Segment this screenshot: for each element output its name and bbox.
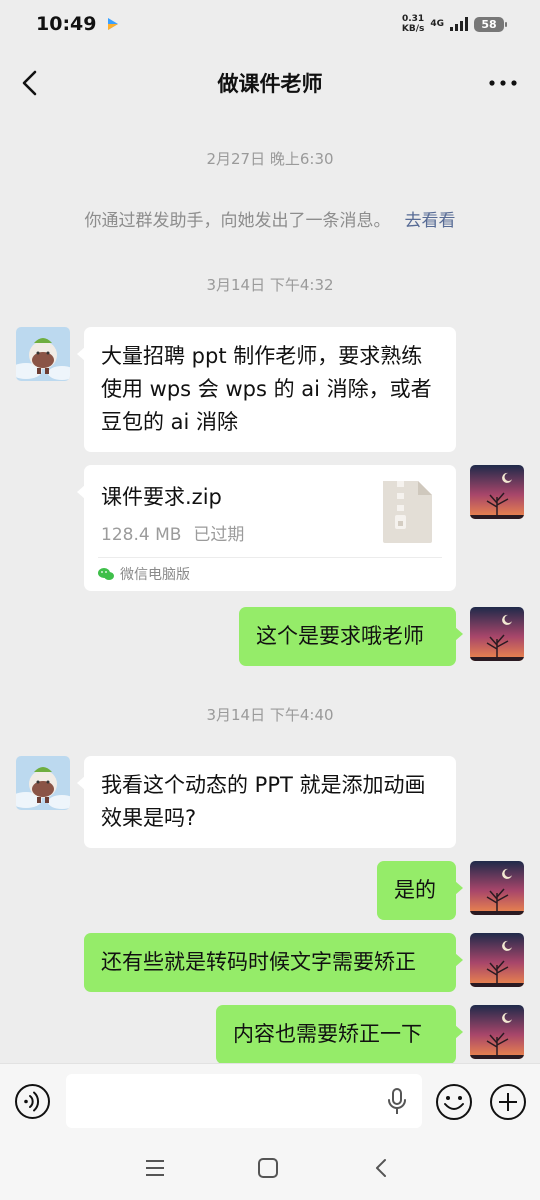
- message-line: 我看这个动态的 PPT 就是添加动画: [101, 773, 426, 797]
- my-avatar[interactable]: [470, 861, 524, 915]
- my-avatar-image: [470, 607, 524, 661]
- message-line: 大量招聘 ppt 制作老师，要求熟练: [101, 344, 423, 368]
- outgoing-message[interactable]: 还有些就是转码时候文字需要矫正: [84, 933, 463, 992]
- zip-file-icon: [383, 481, 432, 543]
- more-dots-icon[interactable]: [488, 70, 518, 96]
- net-speed-value: 0.31: [401, 14, 425, 24]
- battery-icon: 58: [474, 16, 507, 32]
- file-source-label: 微信电脑版: [120, 567, 190, 583]
- file-message-card[interactable]: 课件要求.zip 128.4 MB 已过期 微信电脑版: [77, 465, 456, 591]
- contact-avatar[interactable]: [16, 756, 70, 810]
- home-icon[interactable]: [257, 1157, 279, 1179]
- menu-icon[interactable]: [144, 1157, 166, 1179]
- network-type: 4G: [430, 19, 444, 29]
- plus-icon[interactable]: [489, 1083, 527, 1121]
- my-avatar[interactable]: [470, 607, 524, 661]
- outgoing-message[interactable]: 是的: [377, 861, 463, 920]
- outgoing-message[interactable]: 这个是要求哦老师: [239, 607, 463, 666]
- my-avatar[interactable]: [470, 1005, 524, 1059]
- view-link[interactable]: 去看看: [405, 211, 456, 231]
- my-avatar-image: [470, 1005, 524, 1059]
- input-bar: [0, 1063, 540, 1137]
- voice-icon[interactable]: [14, 1083, 51, 1120]
- message-input[interactable]: [66, 1074, 422, 1128]
- outgoing-message[interactable]: 内容也需要矫正一下: [216, 1005, 463, 1064]
- wechat-icon: [98, 568, 114, 580]
- file-size: 128.4 MB: [101, 525, 182, 545]
- chevron-left-icon[interactable]: [16, 68, 46, 98]
- emoji-icon[interactable]: [435, 1083, 473, 1121]
- system-message-text: 你通过群发助手，向她发出了一条消息。: [84, 211, 391, 231]
- file-source: 微信电脑版: [98, 564, 190, 584]
- incoming-message[interactable]: 大量招聘 ppt 制作老师，要求熟练 使用 wps 会 wps 的 ai 消除，…: [77, 327, 456, 452]
- status-time: 10:49: [36, 13, 97, 35]
- contact-avatar-image: [16, 327, 70, 381]
- app-notification-icon: [108, 18, 119, 30]
- my-avatar-image: [470, 861, 524, 915]
- my-avatar-image: [470, 933, 524, 987]
- message-line: 豆包的 ai 消除: [101, 410, 239, 434]
- message-line: 使用 wps 会 wps 的 ai 消除，或者: [101, 377, 432, 401]
- file-meta: 128.4 MB 已过期: [101, 520, 244, 545]
- timestamp: 2月27日 晚上6:30: [206, 150, 334, 168]
- signal-icon: [450, 17, 468, 31]
- my-avatar[interactable]: [470, 465, 524, 519]
- back-nav-icon[interactable]: [371, 1157, 393, 1179]
- contact-avatar-image: [16, 756, 70, 810]
- message-line: 效果是吗?: [101, 806, 197, 830]
- system-navigation: [0, 1137, 540, 1200]
- incoming-message[interactable]: 我看这个动态的 PPT 就是添加动画 效果是吗?: [77, 756, 456, 848]
- battery-level: 58: [481, 17, 497, 31]
- file-name: 课件要求.zip: [101, 485, 222, 509]
- status-bar: 10:49 0.31 KB/s 4G 58: [0, 0, 540, 48]
- chat-header: 做课件老师: [0, 48, 540, 118]
- contact-avatar[interactable]: [16, 327, 70, 381]
- file-divider: [98, 557, 442, 558]
- microphone-icon[interactable]: [386, 1088, 408, 1116]
- timestamp: 3月14日 下午4:32: [206, 276, 334, 294]
- my-avatar-image: [470, 465, 524, 519]
- system-message: 你通过群发助手，向她发出了一条消息。 去看看: [0, 206, 540, 231]
- my-avatar[interactable]: [470, 933, 524, 987]
- file-status: 已过期: [193, 525, 245, 545]
- timestamp: 3月14日 下午4:40: [206, 706, 334, 724]
- chat-title: 做课件老师: [217, 72, 323, 96]
- net-speed-unit: KB/s: [401, 24, 425, 34]
- net-speed: 0.31 KB/s: [402, 14, 424, 34]
- status-right: 0.31 KB/s 4G 58: [402, 14, 507, 34]
